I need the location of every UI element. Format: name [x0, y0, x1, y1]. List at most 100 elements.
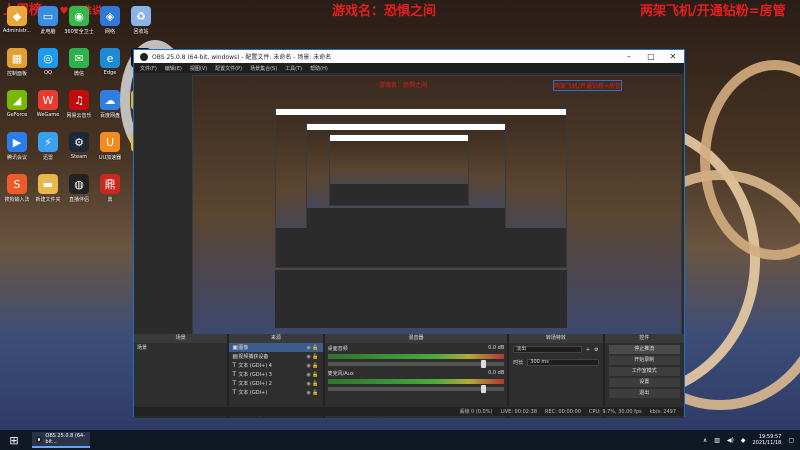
source-list-item[interactable]: T 文本 (GDI+) 2 ◉ 🔓	[229, 379, 322, 388]
menu-profile[interactable]: 配置文件(P)	[215, 65, 242, 72]
settings-button[interactable]: 设置	[608, 378, 680, 387]
volume-icon[interactable]: ◀)	[727, 437, 734, 444]
obs-menubar: 文件(F) 编辑(E) 视图(V) 配置文件(P) 场景集合(S) 工具(T) …	[134, 63, 684, 73]
transition-settings-icon[interactable]: ⚙	[594, 347, 598, 353]
taskbar-clock[interactable]: 19:59:57 2021/11/18	[753, 434, 782, 446]
desktop-icon[interactable]: ▭ 此电脑	[33, 6, 63, 35]
shield-app-icon: ◉	[69, 6, 89, 26]
desktop-icon[interactable]: ◆ Administr...	[2, 6, 32, 34]
desktop-icon[interactable]: e Edge	[95, 48, 125, 76]
desktop-icon-label: 回收站	[133, 29, 149, 35]
user-folder-icon: ◆	[7, 6, 27, 26]
menu-tools[interactable]: 工具(T)	[285, 65, 302, 72]
source-list-item[interactable]: T 文本 (GDI+) 3 ◉ 🔓	[229, 370, 322, 379]
recycle-bin-icon: ♻	[131, 6, 151, 26]
game-launcher-icon: W	[38, 90, 58, 110]
taskbar-app-label: OBS 25.0.8 (64-bit...	[45, 433, 86, 445]
obs-statusbar: 丢帧 0 (0.0%) LIVE: 00:02:38 REC: 00:00:00…	[134, 407, 684, 416]
close-icon[interactable]: ✕	[662, 52, 684, 61]
audio-mixer-dock: 混音器 桌面音频 0.0 dB 麦克风/Aux 0.0 dB	[324, 334, 508, 418]
desktop-icon[interactable]: S 搜狗输入法	[2, 174, 32, 203]
source-list-item[interactable]: ▤ 视频捕获设备 ◉ 🔓	[229, 352, 322, 361]
desktop-icon[interactable]: ⚙ Steam	[64, 132, 94, 160]
transitions-dock-title: 转场特效	[509, 334, 603, 343]
stop-streaming-button[interactable]: 停止推流	[608, 345, 680, 354]
red-app-icon: 鼎	[100, 174, 120, 194]
maximize-icon[interactable]: □	[640, 52, 662, 61]
desktop-icon[interactable]: ◎ QQ	[33, 48, 63, 76]
taskbar-obs-item[interactable]: OBS 25.0.8 (64-bit...	[32, 432, 90, 448]
desktop-icon[interactable]: ☁ 百度网盘	[95, 90, 125, 119]
dropped-frames: 丢帧 0 (0.0%)	[459, 409, 493, 415]
mixer-channel-desktop: 桌面音频 0.0 dB	[325, 343, 508, 368]
windows-start-icon[interactable]: ⊞	[0, 430, 28, 450]
volume-slider[interactable]	[327, 385, 505, 393]
visibility-eye-icon[interactable]: ◉ 🔓	[306, 363, 318, 369]
bitrate: kb/s: 2497	[649, 408, 676, 415]
desktop-icon[interactable]: ◈ 网络	[95, 6, 125, 35]
desktop-icon-label: 直播伴侣	[68, 197, 89, 203]
desktop-icon-label: 百度网盘	[99, 113, 120, 119]
minimize-icon[interactable]: –	[618, 52, 640, 61]
menu-scene-collection[interactable]: 场景集合(S)	[250, 65, 277, 72]
windows-taskbar: ⊞ OBS 25.0.8 (64-bit... ∧ ▥ ◀) ◆ 19:59:5…	[0, 430, 800, 450]
nested-preview-level-1: 游戏名：恐惧之间 两架飞机/开通钻粉=房管	[192, 75, 682, 353]
obs-titlebar[interactable]: OBS 25.0.8 (64-bit, windows) - 配置文件: 未命名…	[134, 50, 684, 63]
transition-type-select[interactable]: 淡出	[513, 346, 582, 353]
desktop-icon[interactable]: ◍ 直播伴侣	[64, 174, 94, 203]
desktop-icon[interactable]: ⚡ 迅雷	[33, 132, 63, 161]
qq-icon: ◎	[38, 48, 58, 68]
menu-help[interactable]: 帮助(H)	[310, 65, 328, 72]
visibility-eye-icon[interactable]: ◉ 🔓	[306, 381, 318, 387]
duration-input[interactable]: 300 ms	[527, 359, 599, 366]
desktop-icon[interactable]: ✉ 微信	[64, 48, 94, 77]
add-transition-icon[interactable]: +	[586, 347, 590, 353]
duration-label: 时长	[513, 360, 524, 366]
desktop-icon-label: 此电脑	[40, 29, 56, 35]
desktop-icon[interactable]: ♻ 回收站	[126, 6, 156, 35]
visibility-eye-icon[interactable]: ◉ 🔓	[306, 354, 318, 360]
desktop-icon[interactable]: W WeGame	[33, 90, 63, 118]
volume-slider[interactable]	[327, 360, 505, 368]
obs-logo-icon	[140, 52, 148, 61]
tray-chevron-icon[interactable]: ∧	[703, 437, 707, 444]
visibility-eye-icon[interactable]: ◉ 🔓	[306, 390, 318, 396]
sources-dock-title: 来源	[229, 334, 323, 343]
menu-edit[interactable]: 编辑(E)	[165, 65, 182, 72]
volume-meter	[327, 379, 505, 384]
scene-list-item[interactable]: 场景	[134, 343, 227, 352]
desktop-icon[interactable]: 鼎鼎	[95, 174, 125, 203]
menu-file[interactable]: 文件(F)	[140, 65, 157, 72]
source-list-item[interactable]: T 文本 (GDI+) ◉ 🔓	[229, 388, 322, 397]
accelerator-icon: U	[100, 132, 120, 152]
mixer-dock-title: 混音器	[324, 334, 508, 343]
desktop-icon[interactable]: ▬ 新建文件夹	[33, 174, 63, 203]
start-recording-button[interactable]: 开始录制	[608, 356, 680, 365]
desktop-icon[interactable]: ◢ GeForce	[2, 90, 32, 118]
desktop-icon-label: 搜狗输入法	[4, 197, 30, 203]
exit-button[interactable]: 退出	[608, 389, 680, 398]
source-label: 文本 (GDI+) 3	[238, 372, 272, 378]
menu-view[interactable]: 视图(V)	[190, 65, 207, 72]
desktop-icon[interactable]: U UU加速器	[95, 132, 125, 161]
network-icon[interactable]: ▥	[714, 437, 720, 444]
mixer-channel-db: 0.0 dB	[488, 370, 505, 376]
notification-icon[interactable]: ▢	[788, 437, 794, 444]
source-label: 文本 (GDI+) 2	[238, 381, 272, 387]
source-list: ▣ 图像 ◉ 🔓 ▤ 视频捕获设备 ◉ 🔓 T 文本 (GDI+) 4 ◉ 🔓 T 文本 (GDI+…	[229, 343, 323, 397]
desktop-icon[interactable]: ▦ 控制面板	[2, 48, 32, 77]
computer-icon: ▭	[38, 6, 58, 26]
visibility-eye-icon[interactable]: ◉ 🔓	[306, 345, 318, 351]
studio-mode-button[interactable]: 工作室模式	[608, 367, 680, 376]
obs-preview-canvas[interactable]: 游戏名：恐惧之间 两架飞机/开通钻粉=房管	[192, 75, 682, 353]
source-list-item[interactable]: ▣ 图像 ◉ 🔓	[229, 343, 323, 352]
desktop-icon[interactable]: ◉ 360安全卫士	[64, 6, 94, 35]
visibility-eye-icon[interactable]: ◉ 🔓	[306, 372, 318, 378]
nested-preview-level-4	[329, 134, 469, 206]
system-tray: ∧ ▥ ◀) ◆ 19:59:57 2021/11/18 ▢	[703, 434, 800, 446]
shield-tray-icon[interactable]: ◆	[741, 437, 746, 444]
desktop-icon[interactable]: ♫ 网易云音乐	[64, 90, 94, 119]
meeting-icon: ▶	[7, 132, 27, 152]
source-list-item[interactable]: T 文本 (GDI+) 4 ◉ 🔓	[229, 361, 322, 370]
desktop-icon[interactable]: ▶ 腾讯会议	[2, 132, 32, 161]
